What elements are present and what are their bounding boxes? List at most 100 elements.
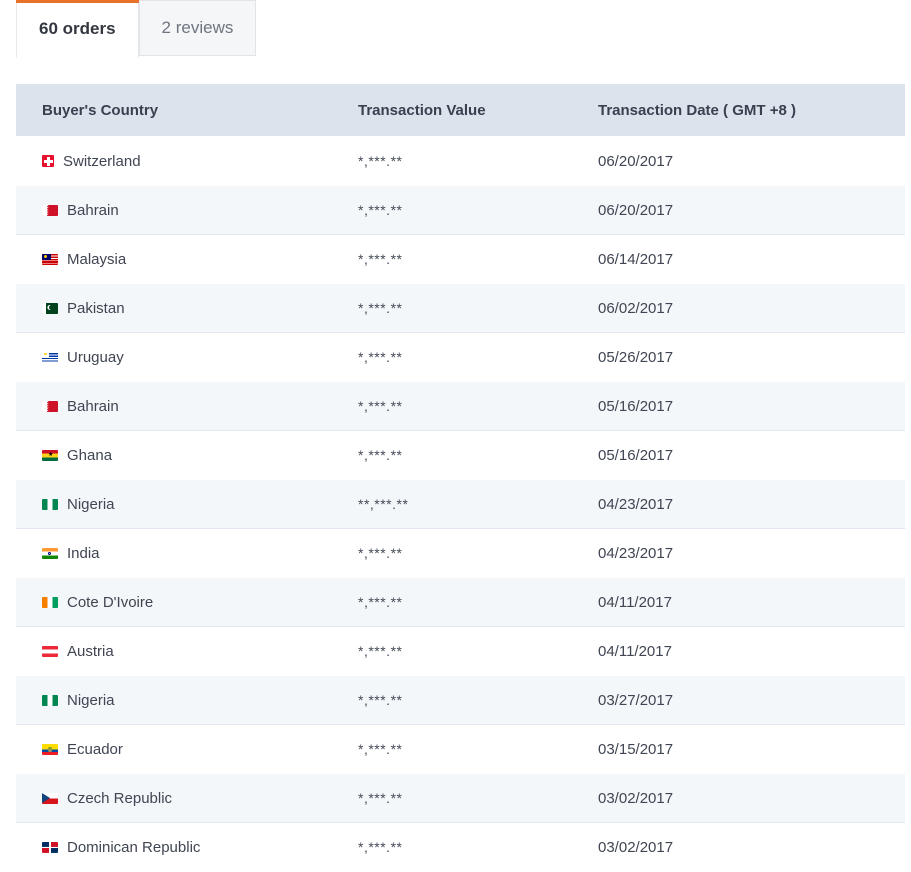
cell-buyer-country: Ghana bbox=[16, 430, 334, 480]
country-name: Czech Republic bbox=[67, 789, 173, 807]
cell-transaction-value: *,***.** bbox=[334, 528, 580, 578]
cell-buyer-country: Switzerland bbox=[16, 136, 334, 186]
table-header-row: Buyer's Country Transaction Value Transa… bbox=[16, 84, 905, 137]
cell-transaction-value: *,***.** bbox=[334, 381, 580, 431]
table-row[interactable]: India *,***.** 04/23/2017 bbox=[16, 528, 905, 578]
country-name: Nigeria bbox=[67, 495, 115, 513]
cell-transaction-date: 05/16/2017 bbox=[580, 430, 905, 480]
country-name: Ecuador bbox=[67, 740, 123, 758]
table-row[interactable]: Uruguay *,***.** 05/26/2017 bbox=[16, 332, 905, 382]
table-row[interactable]: Bahrain *,***.** 05/16/2017 bbox=[16, 381, 905, 431]
table-row[interactable]: Czech Republic *,***.** 03/02/2017 bbox=[16, 773, 905, 823]
column-header-country: Buyer's Country bbox=[16, 84, 334, 137]
country-name: Dominican Republic bbox=[67, 838, 201, 856]
cell-buyer-country: Nigeria bbox=[16, 675, 334, 725]
cell-transaction-value: *,***.** bbox=[334, 430, 580, 480]
cell-buyer-country: Pakistan bbox=[16, 283, 334, 333]
tab-bar: 60 orders 2 reviews bbox=[0, 0, 911, 62]
cell-buyer-country: Uruguay bbox=[16, 332, 334, 382]
cell-transaction-value: *,***.** bbox=[334, 822, 580, 872]
country-name: Austria bbox=[67, 642, 114, 660]
cell-transaction-date: 03/02/2017 bbox=[580, 773, 905, 823]
dominican-flag-icon bbox=[42, 841, 58, 853]
table-row[interactable]: Ghana *,***.**05/16/2017 bbox=[16, 430, 905, 480]
country-name: Nigeria bbox=[67, 691, 115, 709]
cell-transaction-date: 04/11/2017 bbox=[580, 626, 905, 676]
country-name: India bbox=[67, 544, 100, 562]
table-row[interactable]: Bahrain *,***.** 06/20/2017 bbox=[16, 185, 905, 235]
orders-table: Buyer's Country Transaction Value Transa… bbox=[16, 84, 905, 872]
table-row[interactable]: Malaysia *,***.** 06/14/2017 bbox=[16, 234, 905, 284]
cell-buyer-country: Bahrain bbox=[16, 381, 334, 431]
cell-transaction-date: 05/16/2017 bbox=[580, 381, 905, 431]
country-name: Pakistan bbox=[67, 299, 125, 317]
country-name: Ghana bbox=[67, 446, 113, 464]
country-name: Uruguay bbox=[67, 348, 124, 366]
cell-buyer-country: Austria bbox=[16, 626, 334, 676]
country-name: Malaysia bbox=[67, 250, 127, 268]
ghana-flag-icon bbox=[42, 449, 58, 461]
czech-flag-icon bbox=[42, 792, 58, 804]
column-header-date: Transaction Date ( GMT +8 ) bbox=[580, 84, 905, 137]
cell-transaction-value: *,***.** bbox=[334, 136, 580, 186]
tab-reviews[interactable]: 2 reviews bbox=[138, 0, 257, 56]
india-flag-icon bbox=[42, 547, 58, 559]
uruguay-flag-icon bbox=[42, 351, 58, 363]
table-row[interactable]: Dominican Republic *,***.** 03/02/2017 bbox=[16, 822, 905, 872]
cell-transaction-date: 06/20/2017 bbox=[580, 136, 905, 186]
cell-transaction-date: 03/02/2017 bbox=[580, 822, 905, 872]
table-row[interactable]: Switzerland *,***.** 06/20/2017 bbox=[16, 136, 905, 186]
cell-transaction-value: *,***.** bbox=[334, 185, 580, 235]
table-header: Buyer's Country Transaction Value Transa… bbox=[16, 84, 905, 137]
cell-buyer-country: Czech Republic bbox=[16, 773, 334, 823]
cell-buyer-country: Malaysia bbox=[16, 234, 334, 284]
cell-transaction-date: 03/27/2017 bbox=[580, 675, 905, 725]
country-name: Cote D'Ivoire bbox=[67, 593, 154, 611]
cell-transaction-date: 06/14/2017 bbox=[580, 234, 905, 284]
cell-buyer-country: Ecuador bbox=[16, 724, 334, 774]
pakistan-flag-icon bbox=[42, 302, 58, 314]
cell-buyer-country: Dominican Republic bbox=[16, 822, 334, 872]
cotedivoire-flag-icon bbox=[42, 596, 58, 608]
cell-transaction-value: *,***.** bbox=[334, 675, 580, 725]
table-row[interactable]: Ecuador *,***.** 03/15/2017 bbox=[16, 724, 905, 774]
country-name: Switzerland bbox=[63, 152, 141, 170]
cell-buyer-country: Nigeria bbox=[16, 479, 334, 529]
cell-transaction-date: 04/11/2017 bbox=[580, 577, 905, 627]
austria-flag-icon bbox=[42, 645, 58, 657]
cell-transaction-date: 05/26/2017 bbox=[580, 332, 905, 382]
table-row[interactable]: Nigeria *,***.** 03/27/2017 bbox=[16, 675, 905, 725]
nigeria-flag-icon bbox=[42, 694, 58, 706]
ecuador-flag-icon bbox=[42, 743, 58, 755]
cell-transaction-value: *,***.** bbox=[334, 724, 580, 774]
cell-buyer-country: India bbox=[16, 528, 334, 578]
cell-transaction-value: *,***.** bbox=[334, 234, 580, 284]
cell-transaction-date: 04/23/2017 bbox=[580, 528, 905, 578]
table-row[interactable]: Nigeria **,***.** 04/23/2017 bbox=[16, 479, 905, 529]
cell-transaction-date: 06/02/2017 bbox=[580, 283, 905, 333]
tab-orders-label: 60 orders bbox=[39, 18, 116, 38]
cell-transaction-date: 03/15/2017 bbox=[580, 724, 905, 774]
table-body: Switzerland *,***.** 06/20/2017 Bahrain *,**… bbox=[16, 136, 905, 872]
cell-transaction-value: **,***.** bbox=[334, 479, 580, 529]
orders-table-container: Buyer's Country Transaction Value Transa… bbox=[16, 84, 905, 872]
cell-transaction-value: *,***.** bbox=[334, 283, 580, 333]
tab-orders[interactable]: 60 orders bbox=[16, 0, 139, 58]
cell-transaction-value: *,***.** bbox=[334, 626, 580, 676]
cell-buyer-country: Bahrain bbox=[16, 185, 334, 235]
cell-buyer-country: Cote D'Ivoire bbox=[16, 577, 334, 627]
cell-transaction-value: *,***.** bbox=[334, 773, 580, 823]
column-header-value: Transaction Value bbox=[334, 84, 580, 137]
cell-transaction-date: 06/20/2017 bbox=[580, 185, 905, 235]
bahrain-flag-icon bbox=[42, 204, 58, 216]
cell-transaction-value: *,***.** bbox=[334, 577, 580, 627]
table-row[interactable]: Pakistan *,***.** 06/02/2017 bbox=[16, 283, 905, 333]
switzerland-flag-icon bbox=[42, 155, 54, 167]
cell-transaction-date: 04/23/2017 bbox=[580, 479, 905, 529]
nigeria-flag-icon bbox=[42, 498, 58, 510]
table-row[interactable]: Austria *,***.** 04/11/2017 bbox=[16, 626, 905, 676]
tab-reviews-label: 2 reviews bbox=[161, 18, 234, 37]
country-name: Bahrain bbox=[67, 201, 119, 219]
table-row[interactable]: Cote D'Ivoire *,***.** 04/11/2017 bbox=[16, 577, 905, 627]
malaysia-flag-icon bbox=[42, 253, 58, 265]
